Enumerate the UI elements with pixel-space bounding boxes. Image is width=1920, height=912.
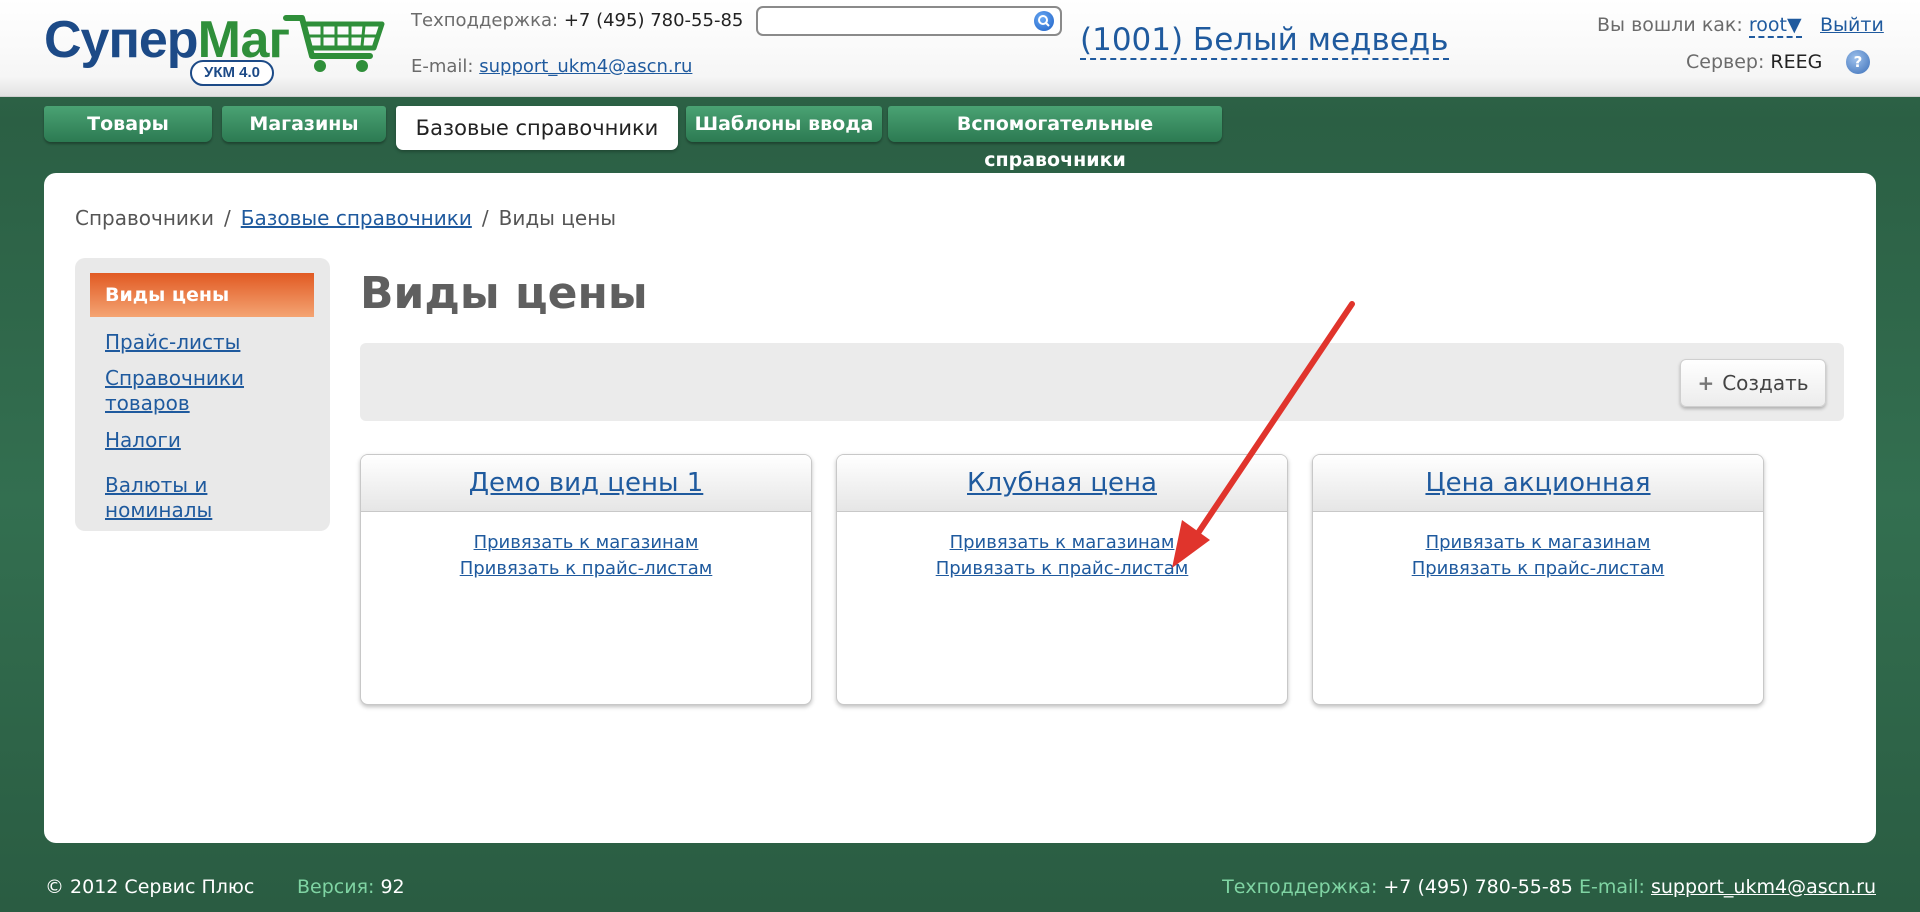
server-info: Сервер: REEG [1686,51,1823,73]
breadcrumb: Справочники / Базовые справочники / Виды цен… [75,206,617,230]
breadcrumb-parent-link[interactable]: Базовые справочники [241,206,472,230]
card-header: Цена акционная [1313,455,1763,512]
header: СуперМаг УКМ 4.0 Техподдержка: +7 (495) … [0,0,1920,97]
price-type-card: Демо вид цены 1 Привязать к магазинам Пр… [360,454,812,705]
tab-auxiliary-directories[interactable]: Вспомогательные справочники [888,106,1222,171]
search-icon[interactable] [1034,11,1054,31]
card-header: Клубная цена [837,455,1287,512]
plus-icon: + [1697,371,1715,395]
content-panel: Справочники / Базовые справочники / Виды цен… [44,173,1876,843]
server-name: REEG [1770,51,1823,73]
bind-to-pricelists-link[interactable]: Привязать к прайс-листам [936,556,1189,582]
user-menu[interactable]: root▼ [1748,14,1802,38]
footer-support: Техподдержка: +7 (495) 780-55-85 E-mail:… [1222,876,1876,898]
page-title: Виды цены [360,268,648,319]
bind-to-pricelists-link[interactable]: Привязать к прайс-листам [460,556,713,582]
search-box [756,6,1062,36]
card-links: Привязать к магазинам Привязать к прайс-… [837,512,1287,582]
footer-version: Версия: 92 [297,876,405,898]
sidebar: Виды цены Прайс-листы Справочники товаро… [75,258,330,531]
card-links: Привязать к магазинам Привязать к прайс-… [1313,512,1763,582]
cart-icon [283,15,385,72]
toolbar: + Создать [360,343,1844,421]
bind-to-shops-link[interactable]: Привязать к магазинам [950,530,1175,556]
card-title-link[interactable]: Демо вид цены 1 [469,468,704,498]
help-icon[interactable]: ? [1846,50,1870,74]
breadcrumb-current: Виды цены [498,206,617,230]
chevron-down-icon: ▼ [1786,14,1802,36]
card-title-link[interactable]: Цена акционная [1425,468,1650,498]
create-button[interactable]: + Создать [1680,359,1826,407]
card-title-link[interactable]: Клубная цена [967,468,1157,498]
support-email-link[interactable]: support_ukm4@ascn.ru [479,56,692,77]
footer-copyright: © 2012 Сервис Плюс [45,876,255,898]
bind-to-shops-link[interactable]: Привязать к магазинам [474,530,699,556]
tab-shops[interactable]: Магазины [222,106,386,142]
sidebar-item-currencies[interactable]: Валюты и номиналы [105,473,315,523]
sidebar-item-price-types[interactable]: Виды цены [90,273,314,317]
sidebar-item-taxes[interactable]: Налоги [105,428,315,453]
version-badge: УКМ 4.0 [190,60,274,86]
tab-goods[interactable]: Товары [44,106,212,142]
card-links: Привязать к магазинам Привязать к прайс-… [361,512,811,582]
tab-input-templates[interactable]: Шаблоны ввода [686,106,882,142]
tab-base-directories[interactable]: Базовые справочники [396,106,678,150]
bind-to-pricelists-link[interactable]: Привязать к прайс-листам [1412,556,1665,582]
breadcrumb-root: Справочники [75,206,214,230]
card-header: Демо вид цены 1 [361,455,811,512]
price-type-card: Клубная цена Привязать к магазинам Привя… [836,454,1288,705]
search-input[interactable] [766,8,1030,34]
price-type-card: Цена акционная Привязать к магазинам При… [1312,454,1764,705]
support-phone: +7 (495) 780-55-85 [563,10,744,31]
login-info: Вы вошли как: root▼ [1597,14,1802,38]
bind-to-shops-link[interactable]: Привязать к магазинам [1426,530,1651,556]
sidebar-item-goods-directories[interactable]: Справочники товаров [105,366,315,416]
header-support: Техподдержка: +7 (495) 780-55-85 [411,10,744,31]
footer-email-link[interactable]: support_ukm4@ascn.ru [1651,876,1876,898]
header-email: E-mail: support_ukm4@ascn.ru [411,56,693,77]
organization-selector[interactable]: (1001) Белый медведь [1080,22,1449,60]
logout-link[interactable]: Выйти [1820,14,1884,36]
logo[interactable]: СуперМаг УКМ 4.0 [44,10,385,90]
sidebar-item-price-lists[interactable]: Прайс-листы [105,330,315,355]
